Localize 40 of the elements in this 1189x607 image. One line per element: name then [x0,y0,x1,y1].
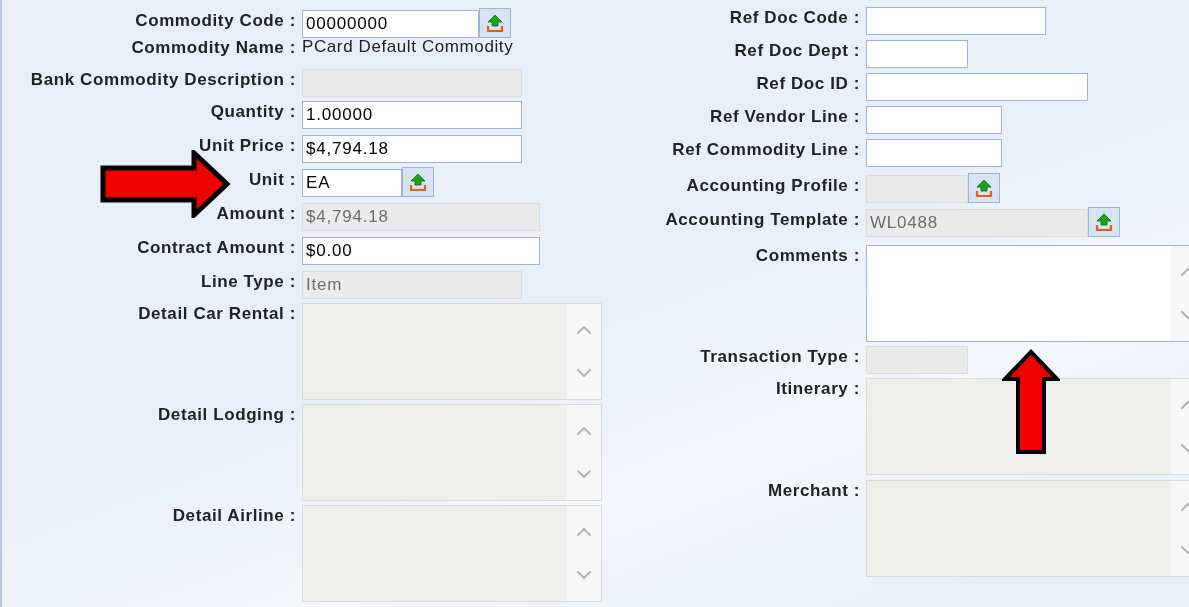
field-label: Ref Doc Dept : [734,41,860,61]
field-label: Commodity Name : [131,38,296,58]
field-label: Ref Doc Code : [729,8,860,28]
field-label: Ref Vendor Line : [710,107,860,127]
field-label: Unit : [248,170,296,190]
field-value: PCard Default Commodity [302,37,514,57]
field-label: Bank Commodity Description : [30,70,296,90]
input-field[interactable]: $4,794.18 [302,135,522,163]
upload-icon [485,13,505,33]
field-label: Detail Car Rental : [138,304,296,324]
field-label: Line Type : [200,272,296,292]
input-field[interactable] [866,73,1088,101]
field-label: Accounting Profile : [686,176,860,196]
field-label: Itinerary : [775,379,860,399]
field-label: Detail Airline : [172,506,296,526]
field-label: Ref Commodity Line : [672,140,860,160]
field-label: Ref Doc ID : [756,74,860,94]
upload-icon [974,178,994,198]
field-label: Unit Price : [199,136,296,156]
input-field[interactable] [866,7,1046,35]
field-label: Quantity : [210,102,296,122]
input-field[interactable]: $0.00 [302,237,540,265]
input-field[interactable] [866,40,968,68]
upload-icon [1094,212,1114,232]
input-field[interactable] [866,139,1002,167]
field-label: Contract Amount : [137,238,296,258]
input-field[interactable]: 1.00000 [302,101,522,129]
field-label: Merchant : [768,481,860,501]
input-field[interactable]: EA [302,169,402,197]
lookup-button[interactable] [479,8,511,38]
field-label: Accounting Template : [665,210,860,230]
input-field[interactable]: 00000000 [302,10,479,38]
input-field[interactable] [866,106,1002,134]
field-label: Comments : [755,246,860,266]
upload-icon [408,172,428,192]
lookup-button[interactable] [402,167,434,197]
field-label: Detail Lodging : [157,405,296,425]
field-label: Commodity Code : [135,11,296,31]
field-label: Amount : [216,204,296,224]
field-label: Transaction Type : [700,347,860,367]
